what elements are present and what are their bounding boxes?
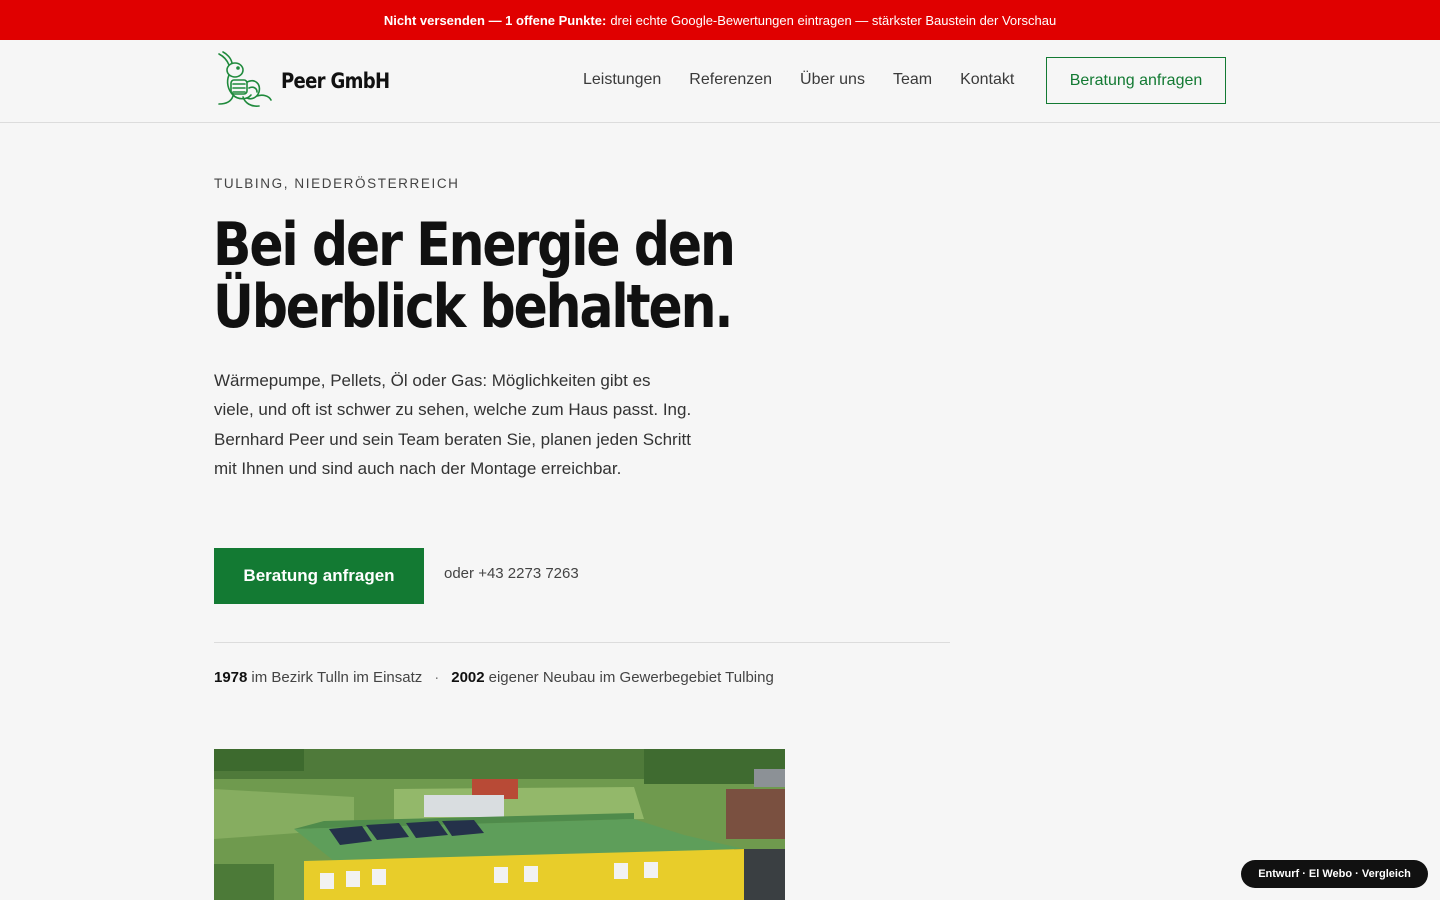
nav-link-referenzen[interactable]: Referenzen [675, 71, 786, 89]
preview-warning-banner: Nicht versenden — 1 offene Punkte: drei … [0, 0, 1440, 40]
brand-name: Peer GmbH [281, 69, 390, 93]
hero-headline: Bei der Energie den Überblick behalten. [213, 210, 736, 342]
section-divider [214, 642, 950, 643]
fact-year-1978: 1978 [214, 669, 248, 686]
company-facts: 1978 im Bezirk Tulln im Einsatz · 2002 e… [214, 669, 774, 686]
nav-link-leistungen[interactable]: Leistungen [569, 71, 675, 89]
nav-link-team[interactable]: Team [879, 71, 946, 89]
fact-text-2002: eigener Neubau im Gewerbegebiet Tulbing [488, 669, 774, 686]
fact-text-1978: im Bezirk Tulln im Einsatz [251, 669, 423, 686]
hero-lead-text: Wärmepumpe, Pellets, Öl oder Gas: Möglic… [214, 371, 692, 479]
draft-comparison-badge[interactable]: Entwurf · El Webo · Vergleich [1241, 860, 1428, 888]
nav-link-kontakt[interactable]: Kontakt [946, 71, 1028, 89]
site-header: Peer GmbH Leistungen Referenzen Über uns… [0, 40, 1440, 123]
facts-separator: · [434, 669, 440, 686]
rabbit-mascot-logo-icon [218, 51, 272, 107]
banner-strong-text: Nicht versenden — 1 offene Punkte: [383, 12, 607, 28]
brand-logo[interactable]: Peer GmbH [213, 50, 407, 112]
banner-text: drei echte Google-Bewertungen eintragen … [610, 12, 1057, 28]
main-nav: Leistungen Referenzen Über uns Team Kont… [569, 40, 1028, 120]
company-building-photo [214, 749, 785, 900]
building-aerial-image [214, 749, 785, 900]
hero-phone-link[interactable]: oder +43 2273 7263 [444, 565, 579, 582]
hero-consultation-button[interactable]: Beratung anfragen [214, 548, 424, 604]
header-consultation-button[interactable]: Beratung anfragen [1046, 57, 1226, 104]
location-eyebrow: Tulbing, Niederösterreich [214, 176, 460, 191]
fact-year-2002: 2002 [451, 669, 485, 686]
nav-link-ueber-uns[interactable]: Über uns [786, 71, 879, 89]
